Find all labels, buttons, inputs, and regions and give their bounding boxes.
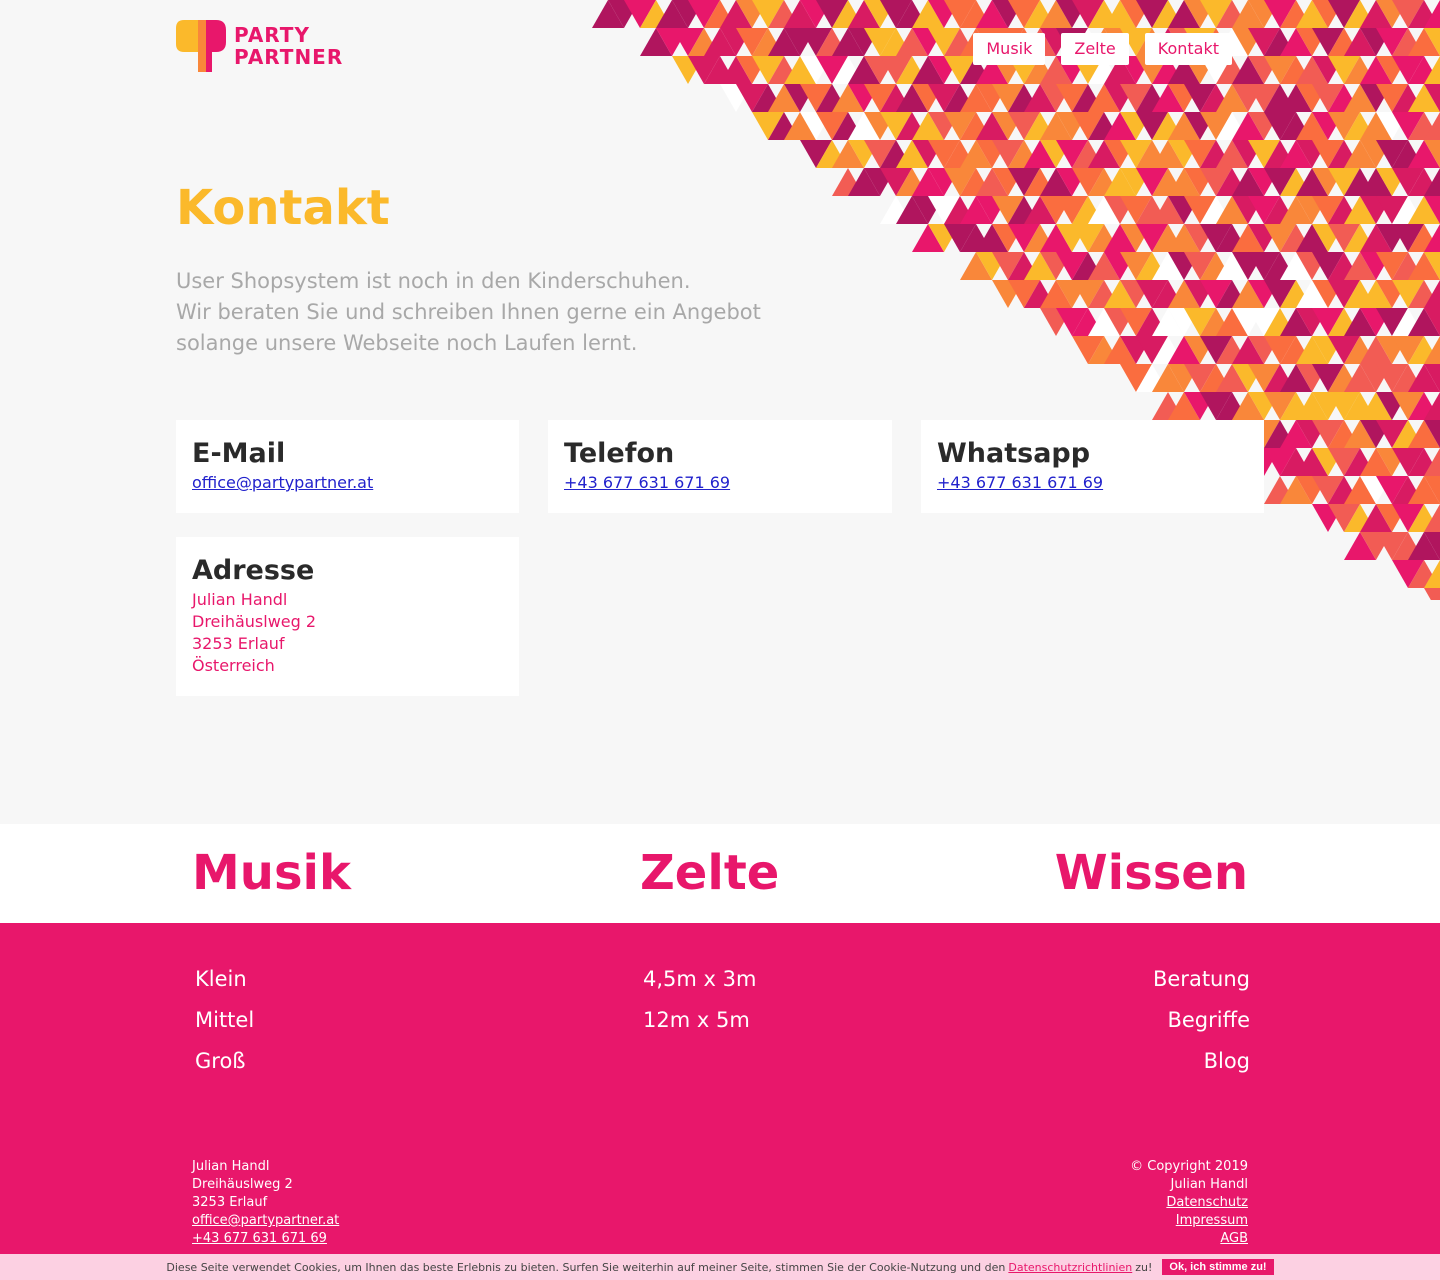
category-title-zelte[interactable]: Zelte <box>640 844 779 902</box>
email-card-title: E-Mail <box>192 438 286 469</box>
phone-link[interactable]: +43 677 631 671 69 <box>564 473 730 492</box>
address-lines: Julian Handl Dreihäuslweg 2 3253 Erlauf … <box>192 589 503 677</box>
category-title-musik[interactable]: Musik <box>192 844 351 902</box>
footer-link-tent-large[interactable]: 12m x 5m <box>643 1000 756 1041</box>
logo-mark-icon <box>176 20 226 72</box>
footer-link-datenschutz[interactable]: Datenschutz <box>1130 1194 1248 1212</box>
footer-link-klein[interactable]: Klein <box>195 959 254 1000</box>
copyright-text: © Copyright 2019 <box>1130 1159 1248 1174</box>
footer-link-gross[interactable]: Groß <box>195 1041 254 1082</box>
main-nav: Musik Zelte Kontakt <box>973 33 1232 65</box>
footer-email-link[interactable]: office@partypartner.at <box>192 1212 339 1230</box>
footer-link-begriffe[interactable]: Begriffe <box>1153 1000 1250 1041</box>
cookie-privacy-link[interactable]: Datenschutzrichtlinien <box>1008 1261 1132 1274</box>
footer-address-line: Dreihäuslweg 2 <box>192 1177 293 1192</box>
footer-link-blog[interactable]: Blog <box>1153 1041 1250 1082</box>
whatsapp-card: Whatsapp +43 677 631 671 69 <box>921 420 1264 513</box>
address-line: 3253 Erlauf <box>192 634 285 653</box>
footer-link-beratung[interactable]: Beratung <box>1153 959 1250 1000</box>
phone-card-title: Telefon <box>564 438 675 469</box>
category-title-wissen[interactable]: Wissen <box>1055 844 1248 902</box>
footer-address-line: Julian Handl <box>192 1159 270 1174</box>
logo-line-1: PARTY <box>234 23 310 47</box>
page: PARTY PARTNER Musik Zelte Kontakt Kontak… <box>0 0 1440 1280</box>
address-card-title: Adresse <box>192 555 315 586</box>
nav-link-musik[interactable]: Musik <box>973 33 1046 65</box>
cookie-suffix: zu! <box>1135 1260 1153 1274</box>
cookie-text: Diese Seite verwendet Cookies, um Ihnen … <box>166 1260 1006 1274</box>
address-line: Julian Handl <box>192 590 288 609</box>
footer-address-line: 3253 Erlauf <box>192 1195 268 1210</box>
phone-card: Telefon +43 677 631 671 69 <box>548 420 892 513</box>
logo-line-2: PARTNER <box>234 45 344 69</box>
intro-line-1: User Shopsystem ist noch in den Kindersc… <box>176 269 691 293</box>
footer-link-agb[interactable]: AGB <box>1130 1230 1248 1248</box>
cookie-banner: Diese Seite verwendet Cookies, um Ihnen … <box>0 1254 1440 1280</box>
intro-line-3: solange unsere Webseite noch Laufen lern… <box>176 331 638 355</box>
whatsapp-link[interactable]: +43 677 631 671 69 <box>937 473 1103 492</box>
footer-link-mittel[interactable]: Mittel <box>195 1000 254 1041</box>
address-line: Dreihäuslweg 2 <box>192 612 317 631</box>
category-strip: Musik Zelte Wissen <box>0 824 1440 923</box>
footer-legal: © Copyright 2019 Julian Handl Datenschut… <box>1130 1158 1248 1248</box>
address-card: Adresse Julian Handl Dreihäuslweg 2 3253… <box>176 537 519 696</box>
footer-column-musik: Klein Mittel Groß <box>195 959 254 1082</box>
whatsapp-card-title: Whatsapp <box>937 438 1091 469</box>
pattern-triangle <box>1424 588 1440 600</box>
page-title: Kontakt <box>176 180 390 236</box>
footer-column-zelte: 4,5m x 3m 12m x 5m <box>643 959 756 1041</box>
address-line: Österreich <box>192 656 275 675</box>
cookie-accept-button[interactable]: Ok, ich stimme zu! <box>1162 1259 1274 1275</box>
intro-text: User Shopsystem ist noch in den Kindersc… <box>176 266 776 359</box>
logo-text: PARTY PARTNER <box>234 24 343 68</box>
logo[interactable]: PARTY PARTNER <box>176 20 343 72</box>
footer-address: Julian Handl Dreihäuslweg 2 3253 Erlauf … <box>192 1158 339 1248</box>
footer-phone-link[interactable]: +43 677 631 671 69 <box>192 1230 339 1248</box>
email-link[interactable]: office@partypartner.at <box>192 473 373 492</box>
nav-link-zelte[interactable]: Zelte <box>1061 33 1129 65</box>
footer-link-impressum[interactable]: Impressum <box>1130 1212 1248 1230</box>
footer-column-wissen: Beratung Begriffe Blog <box>1153 959 1250 1082</box>
intro-line-2: Wir beraten Sie und schreiben Ihnen gern… <box>176 300 761 324</box>
footer-link-tent-small[interactable]: 4,5m x 3m <box>643 959 756 1000</box>
email-card: E-Mail office@partypartner.at <box>176 420 519 513</box>
copyright-owner: Julian Handl <box>1170 1177 1248 1192</box>
nav-link-kontakt[interactable]: Kontakt <box>1144 33 1232 65</box>
footer: Klein Mittel Groß 4,5m x 3m 12m x 5m Ber… <box>0 923 1440 1280</box>
